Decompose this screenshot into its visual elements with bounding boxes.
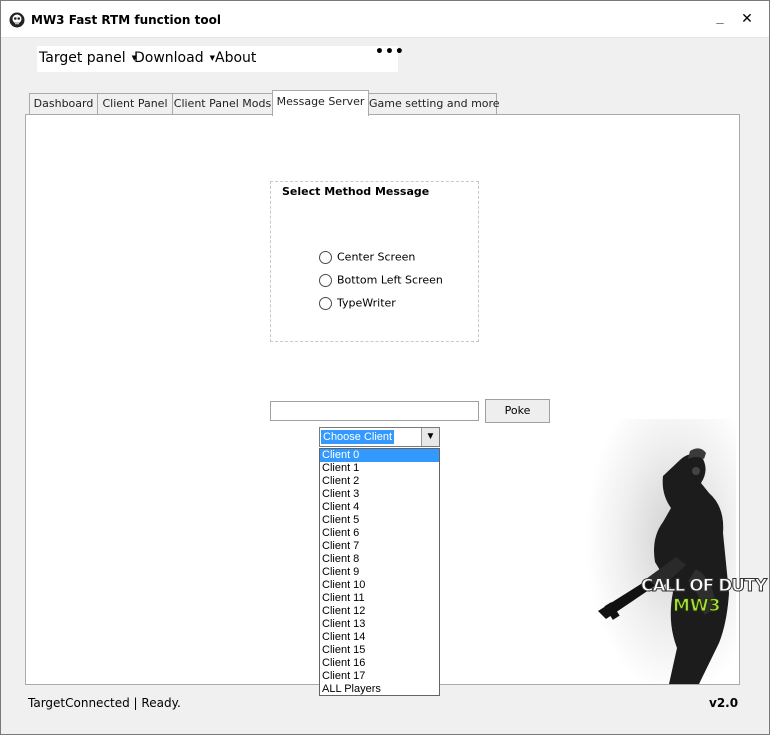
menu-target-panel-label: Target panel [39, 50, 126, 66]
app-window: MW3 Fast RTM function tool _ ✕ Target pa… [0, 0, 770, 735]
dropdown-option[interactable]: Client 15 [320, 644, 439, 657]
radio-circle-icon[interactable] [319, 250, 332, 264]
version-label: v2.0 [709, 696, 739, 710]
menu-target-panel[interactable]: Target panel ▼ [39, 50, 137, 66]
method-message-group: Select Method Message Center Screen Bott… [270, 181, 479, 342]
radio-circle-icon[interactable] [319, 273, 332, 287]
dropdown-option[interactable]: Client 16 [320, 657, 439, 670]
menu-bar: Target panel ▼ Download ▼ About ••• [37, 44, 404, 72]
radio-circle-icon[interactable] [319, 296, 332, 310]
client-select-value: Choose Client [321, 430, 395, 444]
client-select[interactable]: Choose Client ▼ [319, 427, 440, 447]
game-logo: CALL OF DUTY [640, 576, 767, 597]
menu-about-label: About [215, 50, 257, 66]
soldier-artwork [586, 419, 736, 684]
chevron-down-icon[interactable]: ▼ [421, 428, 439, 446]
radio-label: Center Screen [337, 250, 416, 264]
tab-message-server[interactable]: Message Server [272, 90, 369, 116]
tab-client-panel[interactable]: Client Panel [97, 93, 173, 115]
status-text: TargetConnected | Ready. [28, 696, 181, 710]
dropdown-option[interactable]: Client 17 [320, 670, 439, 683]
client-dropdown-list: Client 0 Client 1 Client 2 Client 3 Clie… [319, 448, 440, 696]
dropdown-option[interactable]: Client 14 [320, 631, 439, 644]
dropdown-option[interactable]: Client 5 [320, 514, 439, 527]
dropdown-option[interactable]: Client 11 [320, 592, 439, 605]
radio-center-screen[interactable]: Center Screen [319, 250, 415, 266]
dropdown-option[interactable]: Client 4 [320, 501, 439, 514]
tab-client-panel-mods[interactable]: Client Panel Mods [172, 93, 273, 115]
dropdown-option[interactable]: Client 9 [320, 566, 439, 579]
app-skull-icon [9, 12, 25, 28]
dropdown-option[interactable]: Client 8 [320, 553, 439, 566]
dropdown-option[interactable]: Client 0 [320, 449, 439, 462]
window-title: MW3 Fast RTM function tool [31, 13, 221, 27]
dropdown-option[interactable]: Client 1 [320, 462, 439, 475]
dropdown-option[interactable]: Client 3 [320, 488, 439, 501]
message-input[interactable] [270, 401, 479, 421]
radio-label: Bottom Left Screen [337, 273, 443, 287]
dropdown-option[interactable]: Client 7 [320, 540, 439, 553]
radio-bottom-left-screen[interactable]: Bottom Left Screen [319, 273, 443, 289]
radio-typewriter[interactable]: TypeWriter [319, 296, 396, 312]
tab-dashboard[interactable]: Dashboard [29, 93, 98, 115]
dropdown-option[interactable]: Client 13 [320, 618, 439, 631]
radio-label: TypeWriter [337, 296, 396, 310]
menu-download[interactable]: Download ▼ [134, 50, 215, 66]
dropdown-option[interactable]: ALL Players [320, 683, 439, 696]
close-button[interactable]: ✕ [738, 9, 756, 27]
group-title: Select Method Message [282, 185, 430, 198]
game-logo-mw3: MW3 [673, 596, 721, 617]
menu-download-label: Download [134, 50, 204, 66]
dropdown-option[interactable]: Client 10 [320, 579, 439, 592]
menu-overflow-button[interactable]: ••• [375, 44, 405, 60]
title-divider [1, 37, 769, 38]
dropdown-option[interactable]: Client 2 [320, 475, 439, 488]
dropdown-option[interactable]: Client 6 [320, 527, 439, 540]
poke-button[interactable]: Poke [485, 399, 550, 423]
minimize-button[interactable]: _ [711, 9, 729, 27]
title-bar: MW3 Fast RTM function tool _ ✕ [1, 1, 769, 37]
tab-game-setting[interactable]: Game setting and more [368, 93, 500, 115]
menu-about[interactable]: About [215, 50, 256, 66]
dropdown-option[interactable]: Client 12 [320, 605, 439, 618]
